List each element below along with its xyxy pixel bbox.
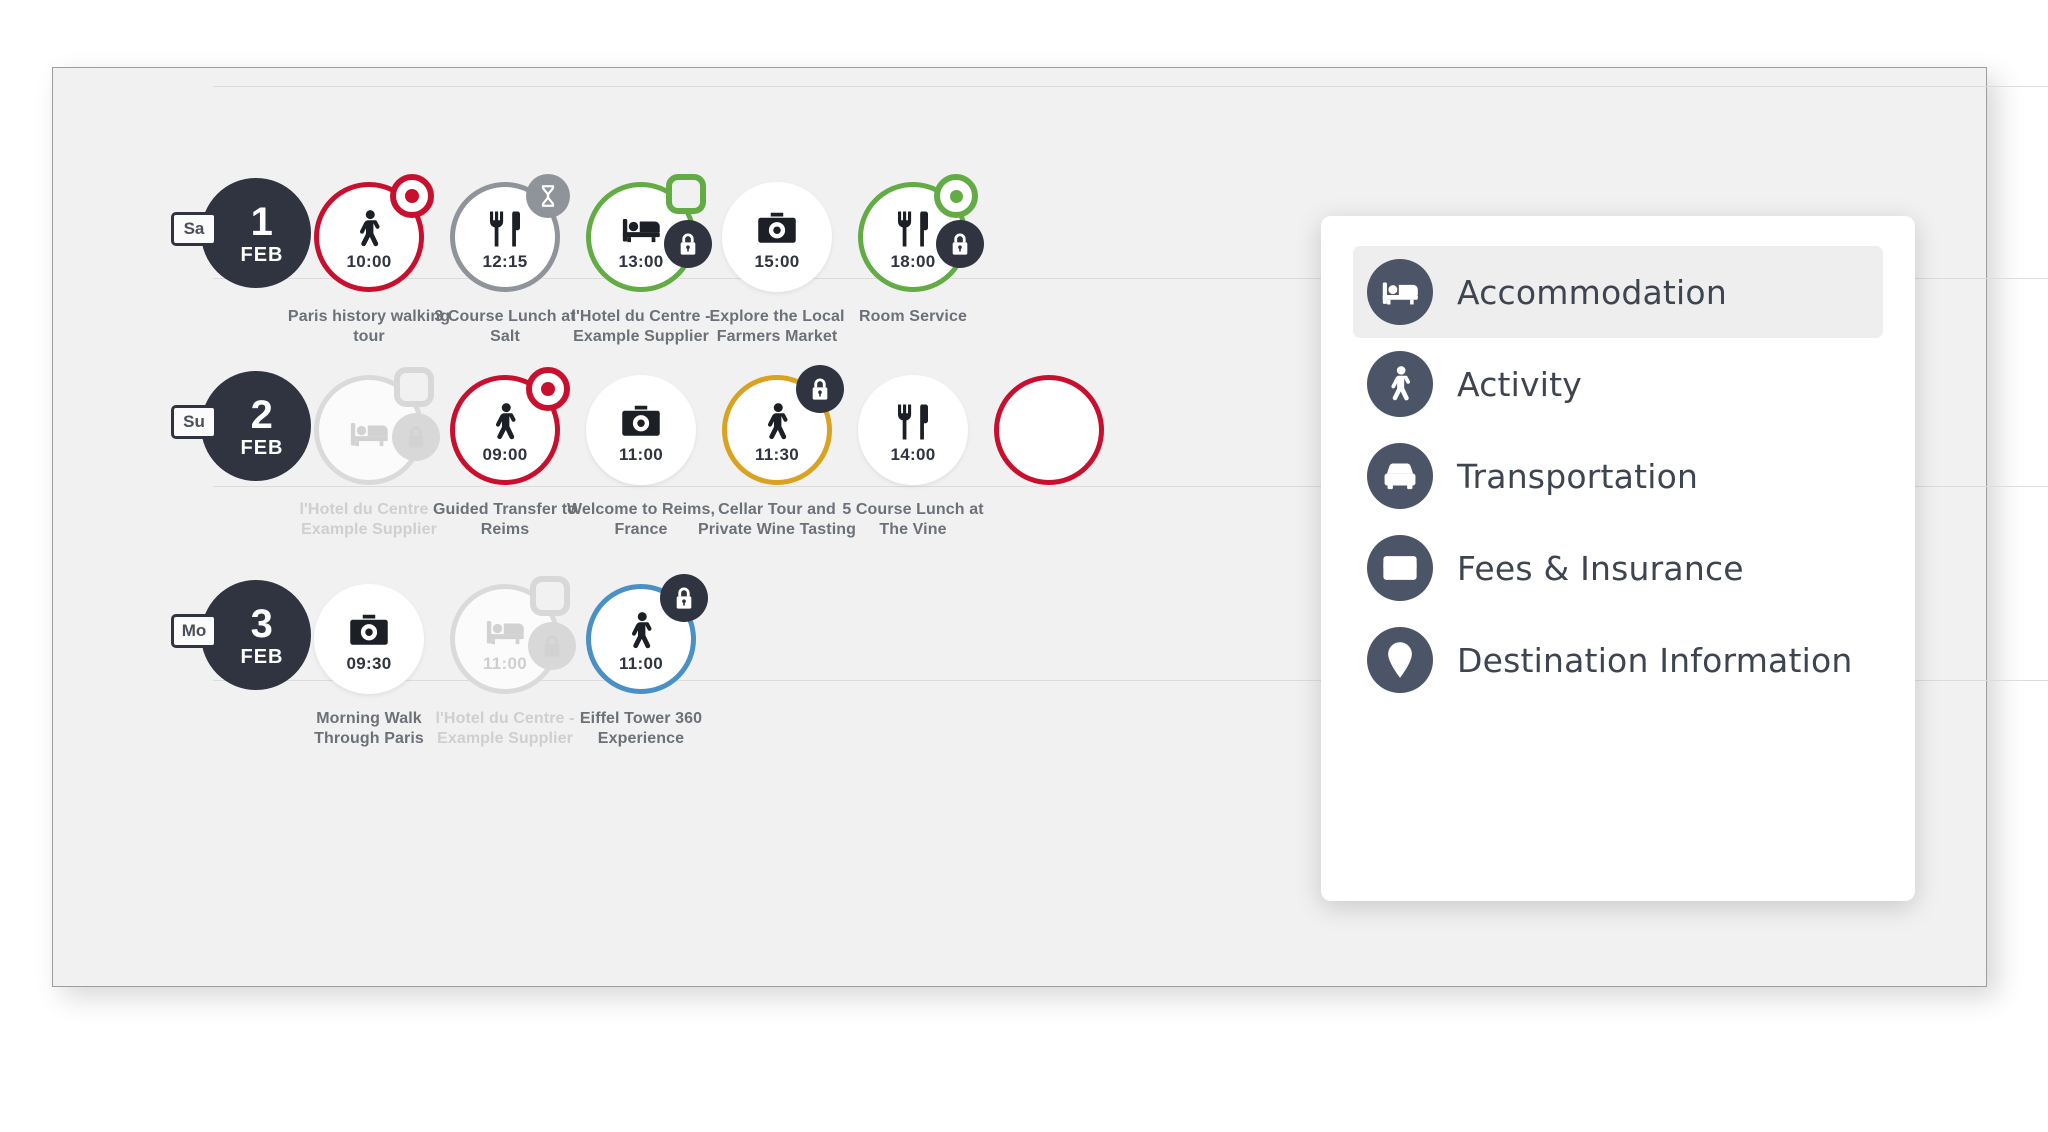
item-time: 11:00 bbox=[482, 653, 528, 673]
lock-badge bbox=[660, 574, 708, 622]
item-time: 11:00 bbox=[618, 653, 664, 673]
itinerary-item-occluded[interactable] bbox=[994, 375, 1104, 485]
itinerary-window: 1 FEB Sa 10:00 Paris history walking tour 12:… bbox=[52, 67, 2048, 987]
itinerary-item[interactable]: 18:00 Room Service bbox=[829, 174, 997, 327]
item-label: Room Service bbox=[859, 308, 967, 325]
item-bubble[interactable]: 15:00 bbox=[722, 182, 832, 292]
fork-knife-icon bbox=[485, 203, 525, 249]
item-time: 18:00 bbox=[890, 251, 936, 271]
day-of-week-tag: Mo bbox=[171, 614, 217, 648]
status-badge-record bbox=[526, 367, 570, 411]
item-label: 5 Course Lunch at The Vine bbox=[842, 501, 984, 538]
date-month: FEB bbox=[240, 645, 284, 668]
item-time: 15:00 bbox=[754, 251, 800, 271]
date-month: FEB bbox=[240, 243, 284, 266]
bed-icon bbox=[349, 407, 389, 453]
dropdown-item-label: Transportation bbox=[1457, 456, 1699, 496]
item-bubble-wrap[interactable]: 09:00 bbox=[446, 367, 570, 489]
walking-icon bbox=[757, 396, 797, 442]
status-badge-record bbox=[390, 174, 434, 218]
item-bubble-wrap[interactable]: 11:00 bbox=[582, 371, 700, 489]
item-time: 10:00 bbox=[346, 251, 392, 271]
item-time: 09:00 bbox=[482, 444, 528, 464]
row-divider bbox=[213, 86, 2048, 87]
dropdown-item-transportation[interactable]: Transportation bbox=[1353, 430, 1883, 522]
fork-knife-icon bbox=[893, 203, 933, 249]
item-bubble-wrap[interactable]: 15:00 bbox=[718, 178, 836, 296]
date-day-number: 3 bbox=[250, 601, 274, 646]
lock-badge bbox=[528, 622, 576, 670]
day-of-week-tag: Sa bbox=[171, 212, 217, 246]
car-icon bbox=[1367, 443, 1433, 509]
lock-badge bbox=[392, 413, 440, 461]
map-pin-icon bbox=[1367, 627, 1433, 693]
day-of-week-tag: Su bbox=[171, 405, 217, 439]
walking-icon bbox=[1367, 351, 1433, 417]
camera-icon bbox=[349, 605, 389, 651]
item-bubble-wrap[interactable]: 14:00 bbox=[854, 371, 972, 489]
item-time: 09:30 bbox=[346, 653, 392, 673]
item-bubble-wrap[interactable]: 11:30 bbox=[718, 365, 844, 489]
dropdown-item-label: Destination Information bbox=[1457, 640, 1853, 680]
item-time: 11:00 bbox=[618, 444, 664, 464]
item-bubble-wrap[interactable]: 18:00 bbox=[854, 174, 984, 296]
walking-icon bbox=[621, 605, 661, 651]
item-label: Eiffel Tower 360 Experience bbox=[579, 710, 703, 747]
walking-icon bbox=[349, 203, 389, 249]
item-bubble-wrap[interactable] bbox=[310, 367, 440, 489]
bed-icon bbox=[1367, 259, 1433, 325]
item-bubble[interactable]: 11:00 bbox=[586, 375, 696, 485]
date-day-number: 2 bbox=[250, 392, 274, 437]
lock-badge bbox=[796, 365, 844, 413]
dropdown-item-destination-information[interactable]: Destination Information bbox=[1353, 614, 1883, 706]
item-time: 12:15 bbox=[482, 251, 528, 271]
date-month: FEB bbox=[240, 436, 284, 459]
status-badge-confirmed bbox=[666, 174, 706, 214]
date-day-number: 1 bbox=[250, 199, 274, 244]
dropdown-item-label: Activity bbox=[1457, 364, 1583, 404]
card-icon bbox=[1367, 535, 1433, 601]
item-bubble-wrap[interactable]: 09:30 bbox=[310, 580, 428, 698]
item-time: 11:30 bbox=[754, 444, 800, 464]
camera-icon bbox=[621, 396, 661, 442]
dropdown-item-accommodation[interactable]: Accommodation bbox=[1353, 246, 1883, 338]
camera-icon bbox=[757, 203, 797, 249]
item-bubble-wrap[interactable]: 13:00 bbox=[582, 174, 712, 296]
status-badge-pending bbox=[526, 174, 570, 218]
status-badge-confirmed bbox=[394, 367, 434, 407]
dropdown-item-label: Fees & Insurance bbox=[1457, 548, 1744, 588]
status-badge-confirmed bbox=[530, 576, 570, 616]
item-bubble-wrap[interactable]: 11:00 bbox=[582, 574, 708, 698]
dropdown-item-activity[interactable]: Activity bbox=[1353, 338, 1883, 430]
lock-badge bbox=[664, 220, 712, 268]
item-time: 13:00 bbox=[618, 251, 664, 271]
dropdown-item-fees-insurance[interactable]: Fees & Insurance bbox=[1353, 522, 1883, 614]
status-badge-confirmed-ring bbox=[934, 174, 978, 218]
itinerary-item[interactable]: 14:00 5 Course Lunch at The Vine bbox=[829, 371, 997, 540]
bed-icon bbox=[621, 203, 661, 249]
walking-icon bbox=[485, 396, 525, 442]
item-bubble[interactable]: 14:00 bbox=[858, 375, 968, 485]
lock-badge bbox=[936, 220, 984, 268]
item-time: 14:00 bbox=[890, 444, 936, 464]
dropdown-item-label: Accommodation bbox=[1457, 272, 1727, 312]
fork-knife-icon bbox=[893, 396, 933, 442]
bed-icon bbox=[485, 605, 525, 651]
item-bubble-wrap[interactable]: 11:00 bbox=[446, 576, 576, 698]
product-type-dropdown[interactable]: Accommodation Activity Transportation Fees … bbox=[1321, 216, 1915, 901]
item-bubble-wrap[interactable]: 12:15 bbox=[446, 174, 570, 296]
item-bubble-wrap[interactable]: 10:00 bbox=[310, 174, 434, 296]
itinerary-item[interactable]: 11:00 Eiffel Tower 360 Experience bbox=[557, 574, 725, 749]
item-bubble[interactable]: 09:30 bbox=[314, 584, 424, 694]
